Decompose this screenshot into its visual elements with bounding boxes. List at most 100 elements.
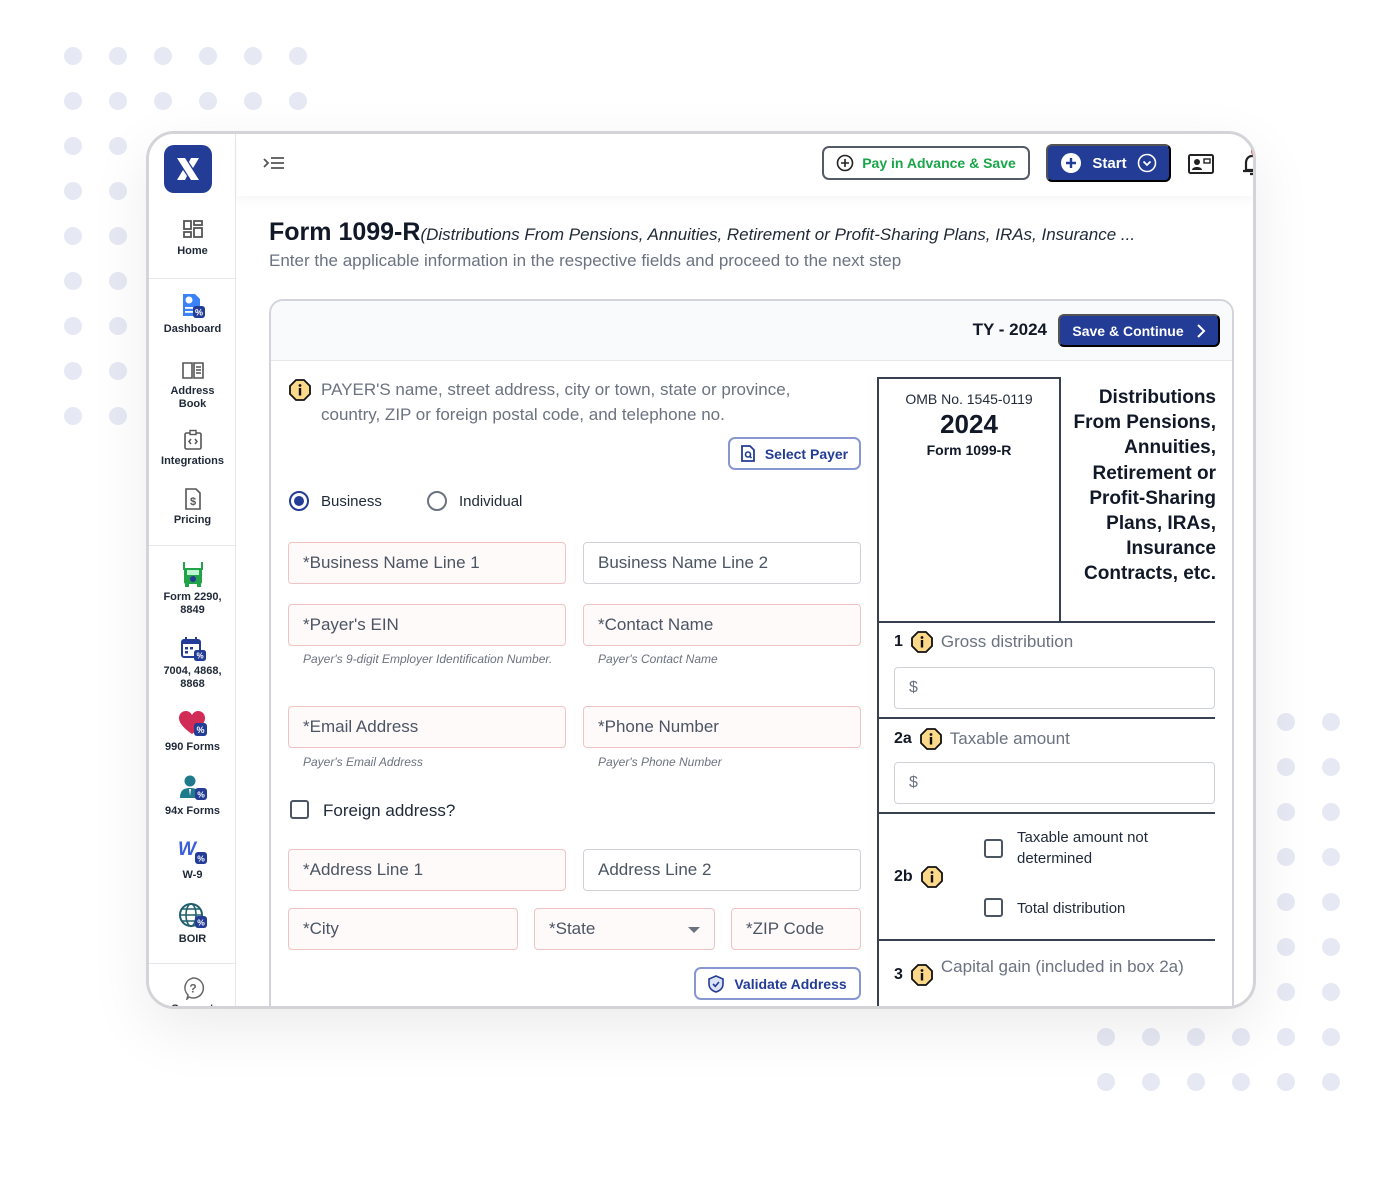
decorative-dot: [1142, 1028, 1160, 1046]
start-label: Start: [1092, 154, 1127, 172]
sidebar-divider: [149, 278, 236, 279]
chevron-right-icon: [1196, 323, 1206, 338]
box-2a-number: 2a: [894, 730, 912, 747]
sidebar-item-pricing[interactable]: $ Pricing: [149, 487, 236, 527]
pay-in-advance-button[interactable]: Pay in Advance & Save: [822, 146, 1030, 180]
sidebar-item-integrations[interactable]: Integrations: [149, 428, 236, 468]
decorative-dot: [64, 362, 82, 380]
phone-input[interactable]: [598, 717, 846, 737]
sidebar-item-94x-forms[interactable]: % 94x Forms: [149, 774, 236, 818]
w9-icon: W%: [178, 839, 207, 864]
decorative-dot: [1322, 983, 1340, 1001]
globe-icon: %: [178, 903, 207, 928]
svg-text:%: %: [197, 790, 205, 800]
decorative-dot: [154, 92, 172, 110]
decorative-dot: [109, 362, 127, 380]
search-document-icon: [740, 445, 755, 462]
box-divider: [877, 939, 1215, 941]
sidebar-item-label: Pricing: [173, 514, 212, 526]
city-field[interactable]: [288, 908, 518, 950]
decorative-dot: [1277, 1028, 1295, 1046]
currency-prefix: $: [909, 774, 918, 791]
select-payer-button[interactable]: Select Payer: [728, 437, 861, 470]
address-line-1-input[interactable]: [303, 860, 551, 880]
foreign-address-checkbox[interactable]: [290, 800, 309, 819]
total-distribution-option[interactable]: Total distribution: [984, 898, 1125, 919]
app-logo[interactable]: [164, 145, 212, 193]
radio-individual[interactable]: [427, 491, 447, 511]
state-select[interactable]: *State: [534, 908, 715, 950]
taxable-amount-input[interactable]: $: [894, 762, 1215, 804]
email-input[interactable]: [303, 717, 551, 737]
sidebar-item-extensions[interactable]: % 7004, 4868, 8868: [149, 636, 236, 691]
info-icon[interactable]: [919, 728, 942, 750]
contact-name-input[interactable]: [598, 615, 846, 635]
total-distribution-checkbox[interactable]: [984, 898, 1003, 917]
info-icon[interactable]: [911, 964, 933, 986]
sidebar-item-w9[interactable]: W% W-9: [149, 838, 236, 882]
save-continue-button[interactable]: Save & Continue: [1058, 314, 1220, 347]
contact-card-icon[interactable]: [1187, 150, 1215, 178]
phone-field[interactable]: [583, 706, 861, 748]
info-icon[interactable]: [911, 631, 933, 653]
contact-name-field[interactable]: [583, 604, 861, 646]
decorative-dot: [1187, 1028, 1205, 1046]
page-title: Form 1099-R(Distributions From Pensions,…: [269, 218, 1204, 247]
payer-type-business[interactable]: Business: [289, 491, 382, 511]
validate-address-button[interactable]: Validate Address: [694, 967, 861, 1000]
payer-ein-input[interactable]: [303, 615, 551, 635]
sidebar-item-990-forms[interactable]: % 990 Forms: [149, 710, 236, 754]
menu-toggle-icon[interactable]: [262, 154, 286, 174]
info-icon[interactable]: [289, 379, 311, 401]
sidebar-item-label: W-9: [182, 869, 203, 881]
card-header: TY - 2024 Save & Continue: [271, 301, 1232, 361]
decorative-dot: [1277, 938, 1295, 956]
business-name-line-2-field[interactable]: [583, 542, 861, 584]
gross-distribution-input[interactable]: $: [894, 667, 1215, 709]
notification-bell-icon[interactable]: [1238, 150, 1256, 178]
taxable-not-determined-option[interactable]: Taxable amount not determined: [984, 827, 1184, 869]
sidebar-item-form-2290[interactable]: Form 2290, 8849: [149, 560, 236, 617]
decorative-dot: [109, 272, 127, 290]
decorative-dot: [1277, 713, 1295, 731]
form-description-title: Distributions From Pensions, Annuities, …: [1073, 387, 1216, 585]
address-line-2-field[interactable]: [583, 849, 861, 891]
foreign-address-option[interactable]: Foreign address?: [290, 800, 455, 821]
box-2a-text: Taxable amount: [949, 729, 1070, 748]
app-window: Home % Dashboard Address Book Integratio…: [146, 131, 1256, 1009]
help-icon: ?: [183, 977, 204, 1000]
start-button[interactable]: Start: [1046, 144, 1171, 182]
sidebar-item-home[interactable]: Home: [149, 218, 236, 258]
decorative-dot: [289, 92, 307, 110]
payer-type-individual[interactable]: Individual: [427, 491, 522, 511]
form-title: Form 1099-R: [269, 218, 421, 246]
business-name-line-1-field[interactable]: [288, 542, 566, 584]
sidebar-item-support[interactable]: ? Support: [149, 976, 236, 1006]
zip-code-input[interactable]: [746, 919, 846, 939]
sidebar-item-label: Home: [177, 245, 208, 257]
box-2b-number: 2b: [894, 868, 913, 885]
zip-code-field[interactable]: [731, 908, 861, 950]
form-subtitle: (Distributions From Pensions, Annuities,…: [420, 225, 1136, 244]
decorative-dot: [244, 92, 262, 110]
decorative-dot: [1277, 803, 1295, 821]
city-input[interactable]: [303, 919, 503, 939]
business-name-line-1-input[interactable]: [303, 553, 551, 573]
svg-text:%: %: [197, 854, 205, 864]
sidebar-item-address-book[interactable]: Address Book: [149, 358, 236, 411]
business-name-line-2-input[interactable]: [598, 553, 846, 573]
address-line-1-field[interactable]: [288, 849, 566, 891]
info-icon[interactable]: [920, 866, 943, 888]
address-line-2-input[interactable]: [598, 860, 846, 880]
radio-business[interactable]: [289, 491, 309, 511]
sidebar-item-boir[interactable]: % BOIR: [149, 902, 236, 946]
page-description: Enter the applicable information in the …: [269, 251, 902, 270]
sidebar-item-label: Form 2290, 8849: [163, 591, 222, 616]
decorative-dot: [1322, 713, 1340, 731]
sidebar-item-dashboard[interactable]: % Dashboard: [149, 292, 236, 336]
decorative-dot: [64, 47, 82, 65]
decorative-dot: [109, 137, 127, 155]
email-field[interactable]: [288, 706, 566, 748]
payer-ein-field[interactable]: [288, 604, 566, 646]
taxable-not-determined-checkbox[interactable]: [984, 839, 1003, 858]
